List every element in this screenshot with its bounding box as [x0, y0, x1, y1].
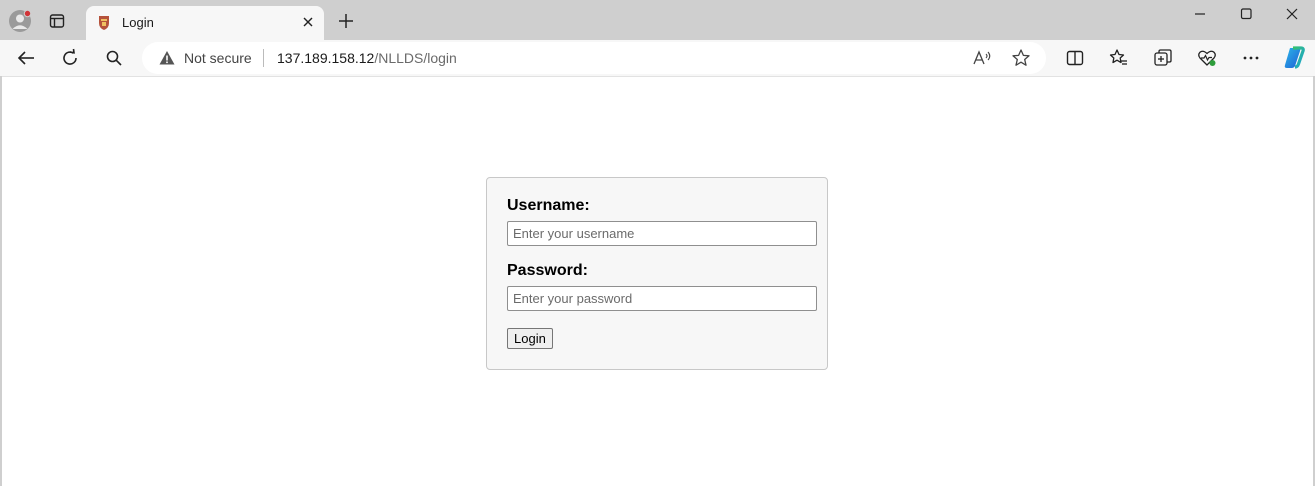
password-label: Password:: [507, 262, 588, 279]
tab-actions-icon[interactable]: [48, 12, 66, 30]
address-bar[interactable]: Not secure 137.189.158.12/NLLDS/login: [142, 42, 1046, 74]
profile-icon[interactable]: [9, 10, 31, 32]
minimize-icon[interactable]: [1190, 6, 1210, 22]
page-content: Username: Password: Login: [2, 76, 1313, 486]
split-screen-icon[interactable]: [1065, 48, 1085, 68]
url-host: 137.189.158.12: [277, 50, 375, 66]
read-aloud-icon[interactable]: [972, 49, 992, 67]
tab-title: Login: [122, 15, 154, 30]
close-icon[interactable]: [300, 14, 316, 30]
star-icon[interactable]: [1011, 48, 1031, 68]
username-label: Username:: [507, 197, 590, 214]
favorites-icon[interactable]: [1109, 48, 1129, 68]
browser-toolbar: Not secure 137.189.158.12/NLLDS/login: [0, 40, 1315, 76]
security-status[interactable]: Not secure: [184, 50, 252, 66]
close-window-icon[interactable]: [1282, 6, 1302, 22]
plus-icon[interactable]: [337, 12, 355, 30]
password-input[interactable]: [507, 286, 817, 311]
collections-icon[interactable]: [1153, 48, 1173, 68]
tab-strip: Login: [0, 0, 1315, 40]
site-crest-icon: [96, 15, 112, 31]
maximize-icon[interactable]: [1236, 6, 1256, 22]
address-separator: [263, 49, 264, 67]
url-path: /NLLDS/login: [374, 50, 457, 66]
url-text[interactable]: 137.189.158.12/NLLDS/login: [277, 50, 457, 66]
heart-pulse-icon[interactable]: [1197, 48, 1217, 68]
more-icon[interactable]: [1241, 48, 1261, 68]
tab-login[interactable]: Login: [86, 6, 324, 40]
username-input[interactable]: [507, 221, 817, 246]
refresh-icon[interactable]: [60, 48, 80, 68]
login-button[interactable]: Login: [507, 328, 553, 349]
copilot-icon[interactable]: [1281, 45, 1307, 71]
warning-icon[interactable]: [159, 50, 175, 66]
search-icon[interactable]: [104, 48, 124, 68]
back-arrow-icon[interactable]: [16, 48, 36, 68]
login-form: Username: Password: Login: [486, 177, 828, 370]
